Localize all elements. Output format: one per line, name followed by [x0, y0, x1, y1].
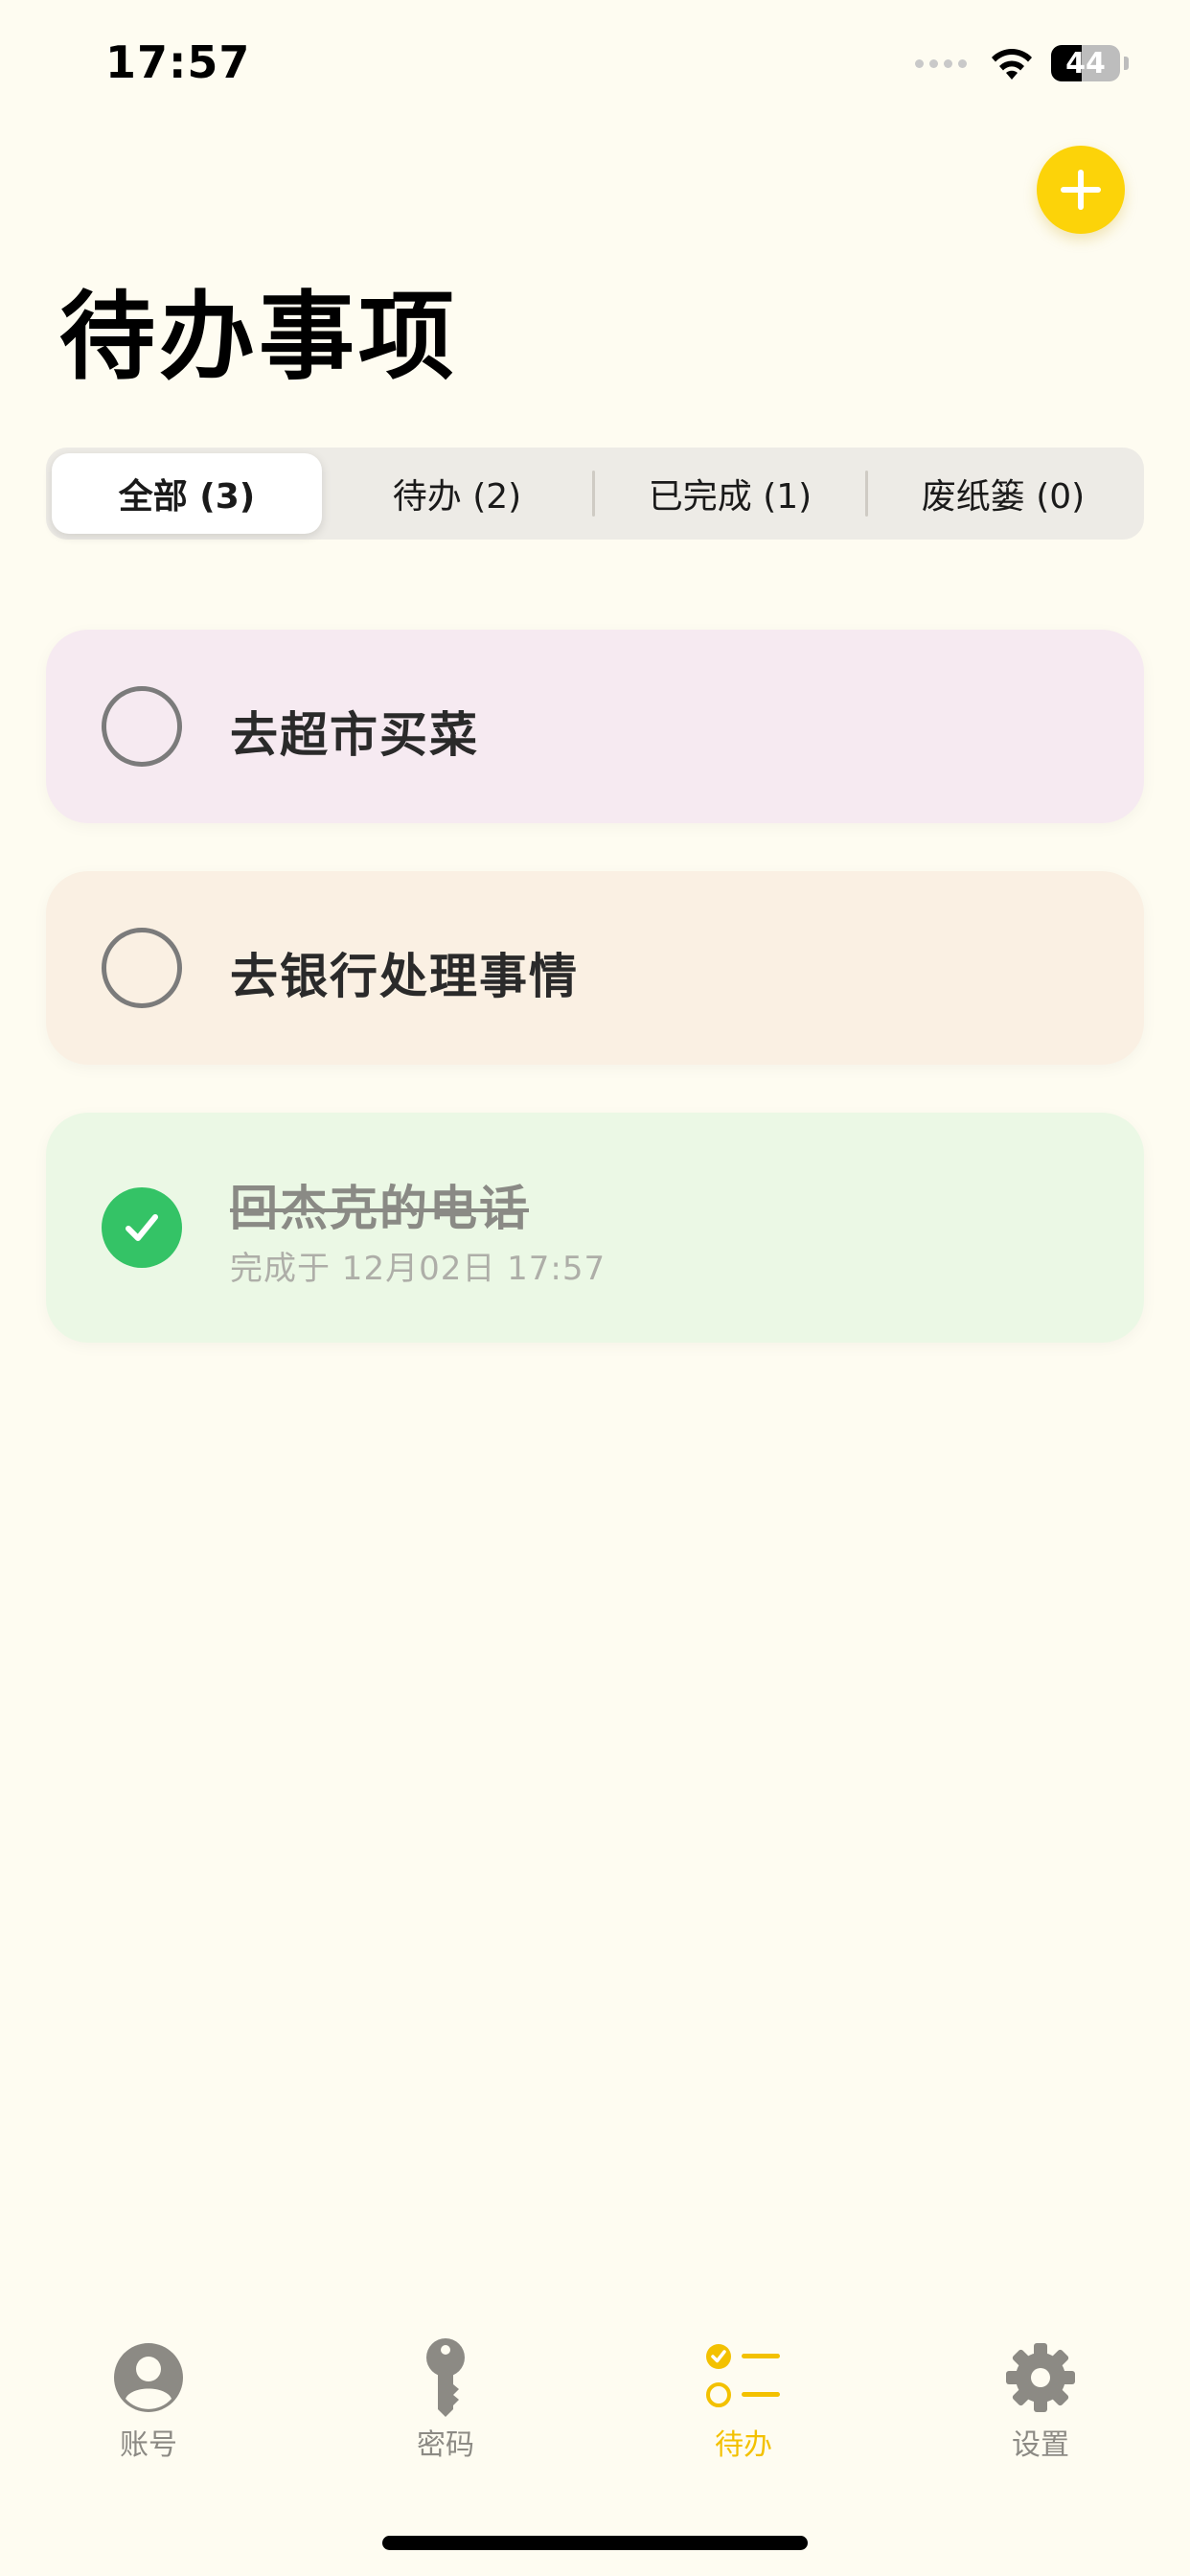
- todo-title: 去超市买菜: [230, 707, 479, 763]
- todo-checkbox[interactable]: [102, 686, 182, 767]
- tab-label: 待办: [715, 2428, 772, 2462]
- checklist-icon: [706, 2344, 780, 2407]
- battery-level: 44: [1065, 46, 1106, 80]
- tab-label: 设置: [1012, 2428, 1069, 2462]
- todo-item[interactable]: 去银行处理事情: [46, 871, 1144, 1065]
- tab-account[interactable]: 账号: [53, 2338, 244, 2463]
- wifi-icon: [992, 49, 1032, 80]
- tab-bar: 账号 密码 待办 设置: [0, 2338, 1190, 2482]
- page-title: 待办事项: [59, 281, 458, 393]
- todo-item-completed[interactable]: 回杰克的电话 完成于 12月02日 17:57: [46, 1113, 1144, 1343]
- filter-pending[interactable]: 待办 (2): [322, 453, 592, 534]
- cellular-signal-icon: [915, 58, 967, 68]
- filter-completed[interactable]: 已完成 (1): [595, 453, 865, 534]
- filter-segmented-control: 全部 (3) 待办 (2) 已完成 (1) 废纸篓 (0): [46, 448, 1144, 540]
- todo-title: 去银行处理事情: [230, 949, 579, 1004]
- tab-todo[interactable]: 待办: [648, 2338, 839, 2463]
- todo-item[interactable]: 去超市买菜: [46, 630, 1144, 823]
- tab-label: 账号: [120, 2428, 177, 2462]
- todo-completed-time: 完成于 12月02日 17:57: [230, 1250, 606, 1288]
- gear-icon: [1006, 2343, 1075, 2412]
- tab-label: 密码: [417, 2428, 474, 2462]
- status-indicators: 44: [915, 44, 1129, 82]
- tab-password[interactable]: 密码: [350, 2338, 541, 2463]
- filter-all[interactable]: 全部 (3): [52, 453, 322, 534]
- tab-settings[interactable]: 设置: [945, 2338, 1136, 2463]
- key-icon: [426, 2338, 465, 2417]
- status-time: 17:57: [105, 36, 251, 88]
- todo-checkbox[interactable]: [102, 928, 182, 1008]
- todo-title: 回杰克的电话: [230, 1181, 529, 1236]
- todo-checkbox-checked[interactable]: [102, 1187, 182, 1268]
- add-todo-button[interactable]: [1037, 146, 1125, 234]
- person-icon: [114, 2343, 183, 2412]
- checkmark-icon: [126, 1214, 158, 1241]
- plus-icon: [1061, 170, 1101, 210]
- battery-icon: 44: [1051, 45, 1120, 81]
- filter-trash[interactable]: 废纸篓 (0): [868, 453, 1138, 534]
- home-indicator: [382, 2536, 808, 2550]
